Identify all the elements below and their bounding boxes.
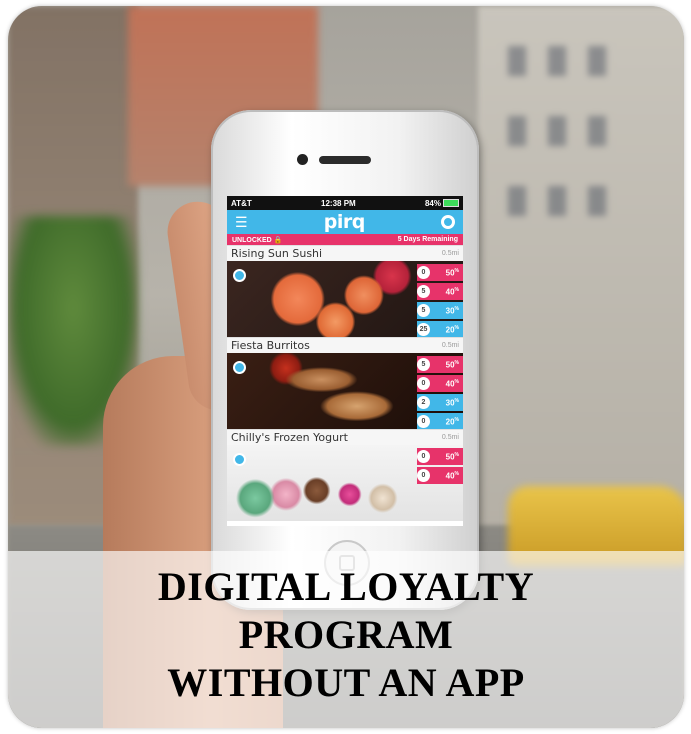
tier-count-badge: 25: [417, 323, 430, 336]
discount-tier[interactable]: 2 30%: [417, 394, 463, 411]
days-remaining: 5 Days Remaining: [397, 236, 458, 243]
restaurant-list: Rising Sun Sushi 0.5mi 0 50% 5 40% 5 30% 25 20% Fi…: [227, 245, 463, 521]
headline-line-3: WITHOUT AN APP: [167, 660, 525, 705]
discount-tiers: 0 50% 5 40% 5 30% 25 20%: [417, 264, 463, 337]
location-pin-icon: [233, 269, 246, 282]
smartphone: AT&T 12:38 PM 84% ☰ pirq UNLOCKED 🔒 5 Da…: [211, 110, 479, 610]
tier-count-badge: 5: [417, 285, 430, 298]
building-window: [508, 186, 526, 216]
restaurant-name: Fiesta Burritos: [231, 339, 310, 352]
status-bar: AT&T 12:38 PM 84%: [227, 196, 463, 210]
app-nav-bar: ☰ pirq: [227, 210, 463, 234]
profile-ring-icon[interactable]: [441, 215, 455, 229]
background-building-right: [478, 6, 684, 526]
tier-percent: 40%: [445, 470, 459, 481]
earpiece-speaker: [319, 156, 371, 164]
tier-percent: 40%: [445, 286, 459, 297]
listing-header: Chilly's Frozen Yogurt 0.5mi: [227, 429, 463, 445]
restaurant-distance: 0.5mi: [441, 250, 459, 257]
discount-tier[interactable]: 0 50%: [417, 448, 463, 465]
listing-photo[interactable]: 0 50% 5 40% 5 30% 25 20%: [227, 261, 463, 337]
headline-line-2: PROGRAM: [238, 612, 454, 657]
tier-percent: 20%: [445, 324, 459, 335]
battery-label: 84%: [424, 198, 441, 208]
tier-count-badge: 0: [417, 469, 430, 482]
restaurant-distance: 0.5mi: [441, 434, 459, 441]
tier-count-badge: 0: [417, 450, 430, 463]
hamburger-menu-icon[interactable]: ☰: [235, 215, 248, 229]
tier-count-badge: 5: [417, 304, 430, 317]
app-screen: AT&T 12:38 PM 84% ☰ pirq UNLOCKED 🔒 5 Da…: [227, 196, 463, 526]
discount-tier[interactable]: 0 40%: [417, 375, 463, 392]
listing-header: Fiesta Burritos 0.5mi: [227, 337, 463, 353]
listing-photo[interactable]: 0 50% 0 40%: [227, 445, 463, 521]
battery-icon: [443, 199, 459, 208]
tier-count-badge: 0: [417, 415, 430, 428]
battery-indicator: 84%: [425, 199, 459, 208]
tier-percent: 40%: [445, 378, 459, 389]
front-camera-icon: [297, 154, 308, 165]
building-window: [548, 186, 566, 216]
restaurant-name: Rising Sun Sushi: [231, 247, 323, 260]
ad-card: AT&T 12:38 PM 84% ☰ pirq UNLOCKED 🔒 5 Da…: [8, 6, 684, 728]
building-window: [588, 46, 606, 76]
tier-percent: 30%: [445, 397, 459, 408]
tier-count-badge: 5: [417, 358, 430, 371]
building-window: [548, 46, 566, 76]
location-pin-icon: [233, 453, 246, 466]
building-window: [548, 116, 566, 146]
tier-percent: 30%: [445, 305, 459, 316]
tier-count-badge: 2: [417, 396, 430, 409]
restaurant-name: Chilly's Frozen Yogurt: [231, 431, 348, 444]
listing-photo[interactable]: 5 50% 0 40% 2 30% 0 20%: [227, 353, 463, 429]
restaurant-distance: 0.5mi: [441, 342, 459, 349]
listing-header: Rising Sun Sushi 0.5mi: [227, 245, 463, 261]
clock: 12:38 PM: [321, 198, 356, 208]
tier-count-badge: 0: [417, 377, 430, 390]
carrier-label: AT&T: [231, 198, 252, 208]
location-pin-icon: [233, 361, 246, 374]
building-window: [588, 116, 606, 146]
discount-tier[interactable]: 5 40%: [417, 283, 463, 300]
app-logo: pirq: [323, 211, 366, 233]
discount-tier[interactable]: 25 20%: [417, 321, 463, 337]
discount-tiers: 0 50% 0 40%: [417, 448, 463, 486]
building-window: [508, 46, 526, 76]
tier-count-badge: 0: [417, 266, 430, 279]
tier-percent: 20%: [445, 416, 459, 427]
tier-percent: 50%: [445, 451, 459, 462]
building-window: [508, 116, 526, 146]
discount-tier[interactable]: 0 20%: [417, 413, 463, 429]
headline-line-1: DIGITAL LOYALTY: [157, 564, 535, 609]
discount-tier[interactable]: 5 30%: [417, 302, 463, 319]
tier-percent: 50%: [445, 267, 459, 278]
restaurant-listing[interactable]: Chilly's Frozen Yogurt 0.5mi 0 50% 0 40%: [227, 429, 463, 521]
discount-tier[interactable]: 0 40%: [417, 467, 463, 484]
restaurant-listing[interactable]: Fiesta Burritos 0.5mi 5 50% 0 40% 2 30% 0 20%: [227, 337, 463, 429]
discount-tier[interactable]: 0 50%: [417, 264, 463, 281]
unlock-status: UNLOCKED 🔒: [232, 236, 283, 244]
tier-percent: 50%: [445, 359, 459, 370]
unlock-bar: UNLOCKED 🔒 5 Days Remaining: [227, 234, 463, 245]
building-window: [588, 186, 606, 216]
restaurant-listing[interactable]: Rising Sun Sushi 0.5mi 0 50% 5 40% 5 30% 25 20%: [227, 245, 463, 337]
discount-tier[interactable]: 5 50%: [417, 356, 463, 373]
discount-tiers: 5 50% 0 40% 2 30% 0 20%: [417, 356, 463, 429]
headline-banner: DIGITAL LOYALTY PROGRAM WITHOUT AN APP: [8, 551, 684, 728]
